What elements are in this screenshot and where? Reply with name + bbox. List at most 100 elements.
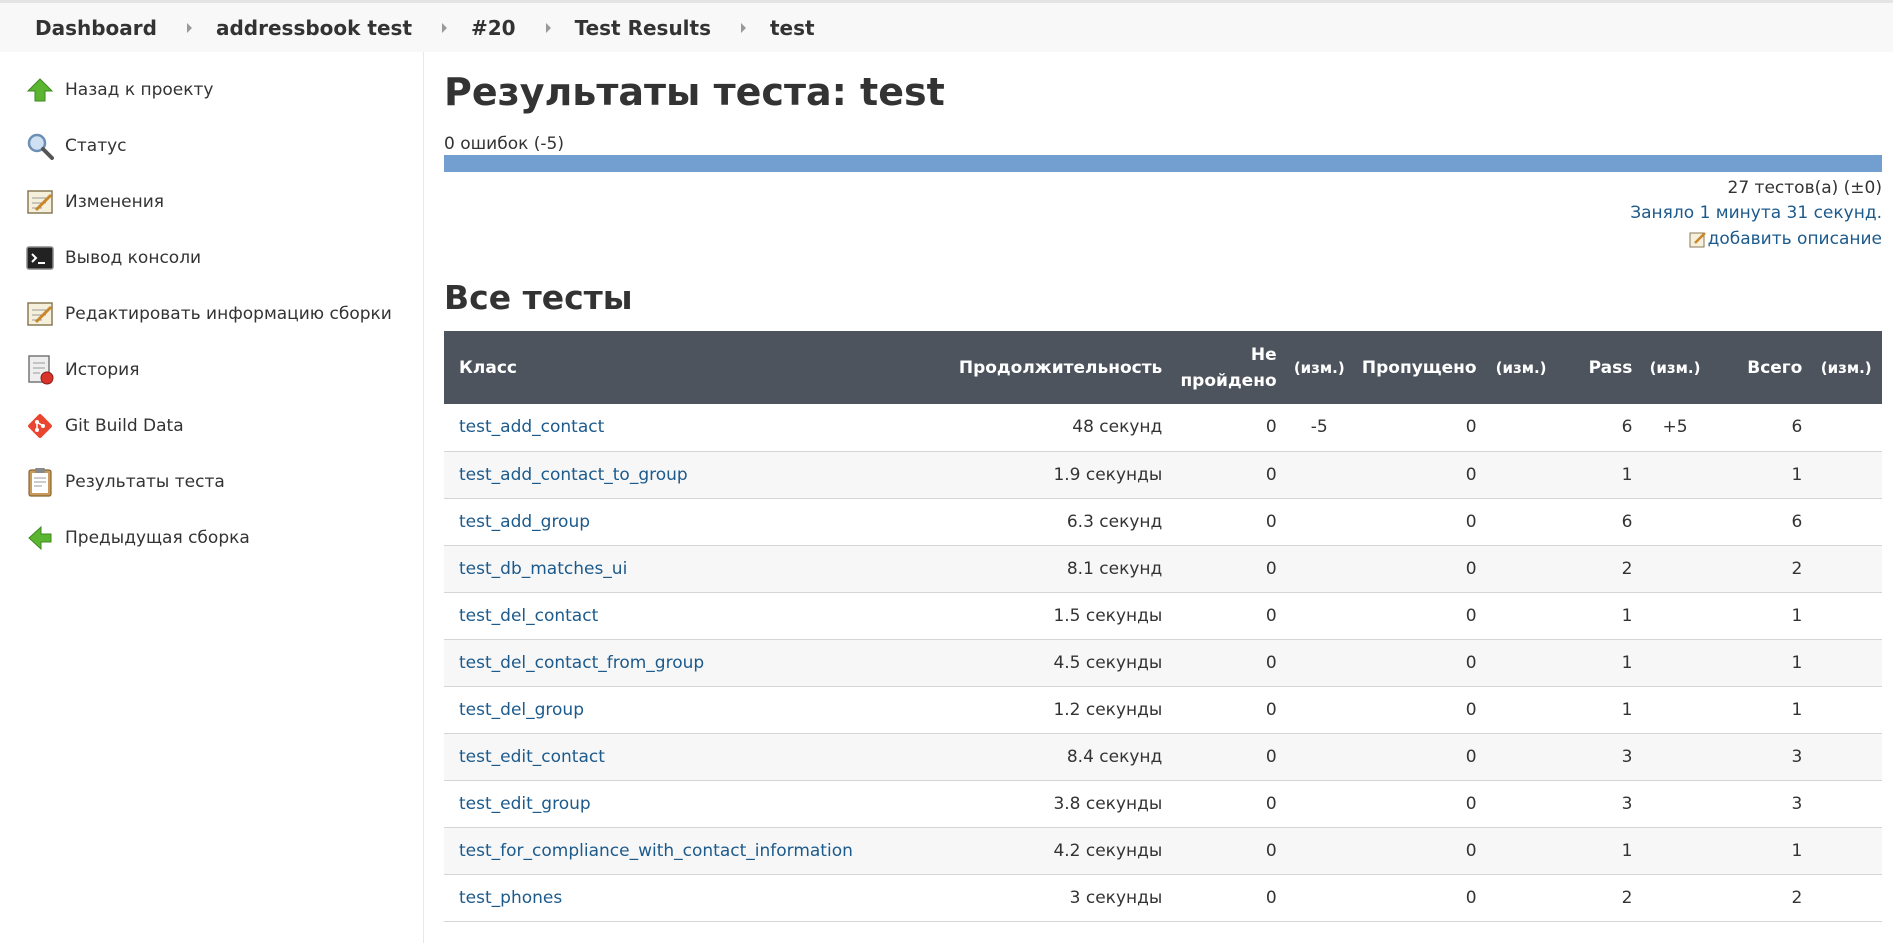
breadcrumb-build[interactable]: #20 — [471, 16, 516, 40]
total-cell: 1 — [1791, 840, 1803, 861]
failed-cell: 0 — [1265, 887, 1277, 908]
table-row: test_add_contact_to_group 1.9 секунды 0 0 1 1 — [444, 451, 1882, 498]
sidebar-item-previous-build[interactable]: Предыдущая сборка — [25, 521, 250, 555]
header-failed-line1: Не — [1250, 344, 1277, 365]
breadcrumb-test[interactable]: test — [770, 16, 815, 40]
breadcrumb-separator-icon[interactable] — [741, 22, 746, 33]
header-pass[interactable]: Pass — [1558, 331, 1641, 404]
class-cell: test_edit_group — [444, 780, 951, 827]
pass-cell: 3 — [1621, 746, 1633, 767]
header-failed-line2: пройдено — [1180, 370, 1277, 391]
breadcrumb: Dashboard addressbook test #20 Test Resu… — [0, 0, 1893, 52]
duration-cell: 48 секунд — [1072, 417, 1163, 438]
failed-cell: 0 — [1265, 605, 1277, 626]
pass-change-cell — [1640, 686, 1709, 733]
failed-change-cell — [1285, 686, 1354, 733]
skipped-cell: 0 — [1465, 558, 1477, 579]
failed-cell: 0 — [1265, 464, 1277, 485]
header-duration[interactable]: Продолжительность — [951, 331, 1170, 404]
section-title: Все тесты — [444, 278, 633, 317]
breadcrumb-separator-icon[interactable] — [186, 22, 192, 33]
test-class-link[interactable]: test_edit_contact — [459, 747, 605, 767]
class-cell: test_del_contact_from_group — [444, 639, 951, 686]
test-class-link[interactable]: test_add_group — [459, 512, 590, 532]
sidebar-item-edit-build-info[interactable]: Редактировать информацию сборки — [25, 297, 392, 331]
header-failed-change[interactable]: (изм.) — [1285, 331, 1354, 404]
test-class-link[interactable]: test_edit_group — [459, 794, 591, 814]
duration-link[interactable]: Заняло 1 минута 31 секунд. — [1630, 203, 1882, 223]
total-cell: 3 — [1791, 746, 1803, 767]
sidebar-item-status[interactable]: Статус — [25, 129, 127, 163]
test-class-link[interactable]: test_del_contact — [459, 606, 598, 626]
duration-cell: 4.5 секунды — [1053, 652, 1163, 673]
sidebar-item-console-output[interactable]: Вывод консоли — [25, 241, 201, 275]
pass-change-cell — [1640, 451, 1709, 498]
table-row: test_db_matches_ui 8.1 секунд 0 0 2 2 — [444, 545, 1882, 592]
failed-cell: 0 — [1265, 417, 1277, 438]
sidebar-item-git-build-data[interactable]: Git Build Data — [25, 409, 184, 443]
sidebar-item-label: Вывод консоли — [65, 248, 202, 268]
header-class[interactable]: Класс — [444, 331, 951, 404]
sidebar-item-back-to-project[interactable]: Назад к проекту — [25, 73, 213, 107]
header-failed[interactable]: Не пройдено — [1170, 331, 1284, 404]
sidebar-item-changes[interactable]: Изменения — [25, 185, 164, 219]
skipped-change-cell — [1485, 451, 1558, 498]
test-class-link[interactable]: test_db_matches_ui — [459, 559, 627, 579]
sidebar-item-test-results[interactable]: Результаты теста — [25, 465, 225, 499]
skipped-cell: 0 — [1465, 699, 1477, 720]
edit-note-icon — [1689, 230, 1707, 248]
total-change-cell — [1810, 639, 1882, 686]
sidebar-item-label: История — [65, 360, 140, 380]
breadcrumb-separator-icon[interactable] — [545, 22, 551, 33]
header-skipped-change[interactable]: (изм.) — [1485, 331, 1558, 404]
pass-change-cell — [1640, 874, 1709, 921]
test-class-link[interactable]: test_add_contact — [459, 417, 604, 437]
total-change-cell — [1810, 404, 1882, 451]
notepad-icon — [25, 299, 55, 329]
failed-change-cell — [1285, 498, 1354, 545]
pass-cell: 3 — [1621, 793, 1633, 814]
skipped-change-cell — [1485, 592, 1558, 639]
skipped-change-cell — [1485, 874, 1558, 921]
pass-change-cell — [1640, 498, 1709, 545]
pass-cell: 1 — [1621, 699, 1633, 720]
duration-cell: 1.9 секунды — [1053, 464, 1163, 485]
skipped-change-cell — [1485, 827, 1558, 874]
failed-change-cell — [1285, 639, 1354, 686]
test-class-link[interactable]: test_del_contact_from_group — [459, 653, 704, 673]
skipped-change-cell — [1485, 733, 1558, 780]
table-header-row: Класс Продолжительность Не пройдено (изм.… — [444, 331, 1882, 404]
breadcrumb-dashboard[interactable]: Dashboard — [35, 16, 157, 40]
pass-change-cell — [1640, 545, 1709, 592]
duration-cell: 6.3 секунд — [1066, 511, 1163, 532]
test-class-link[interactable]: test_del_group — [459, 700, 584, 720]
clipboard-icon — [25, 467, 55, 497]
up-arrow-icon — [25, 75, 55, 105]
add-description-link[interactable]: добавить описание — [1689, 229, 1882, 249]
pass-cell: 2 — [1621, 558, 1633, 579]
header-skipped[interactable]: Пропущено — [1354, 331, 1485, 404]
failed-cell: 0 — [1265, 793, 1277, 814]
tests-table: Класс Продолжительность Не пройдено (изм.… — [444, 331, 1882, 922]
total-change-cell — [1810, 545, 1882, 592]
breadcrumb-test-results[interactable]: Test Results — [575, 16, 711, 40]
breadcrumb-project[interactable]: addressbook test — [216, 16, 412, 40]
test-class-link[interactable]: test_add_contact_to_group — [459, 465, 688, 485]
notepad-icon — [25, 187, 55, 217]
test-class-link[interactable]: test_phones — [459, 888, 562, 908]
class-cell: test_add_group — [444, 498, 951, 545]
class-cell: test_add_contact — [444, 404, 951, 451]
header-total[interactable]: Всего — [1710, 331, 1811, 404]
header-pass-change[interactable]: (изм.) — [1640, 331, 1709, 404]
failed-change-cell — [1285, 451, 1354, 498]
total-cell: 2 — [1791, 887, 1803, 908]
sidebar-item-history[interactable]: История — [25, 353, 139, 387]
table-row: test_edit_contact 8.4 секунд 0 0 3 3 — [444, 733, 1882, 780]
sidebar: Назад к проекту Статус Изменения Вывод к… — [0, 52, 424, 943]
header-total-change[interactable]: (изм.) — [1810, 331, 1882, 404]
failed-cell: 0 — [1265, 840, 1277, 861]
test-class-link[interactable]: test_for_compliance_with_contact_informa… — [459, 841, 853, 861]
fail-summary: 0 ошибок (-5) — [444, 134, 564, 154]
class-cell: test_db_matches_ui — [444, 545, 951, 592]
breadcrumb-separator-icon[interactable] — [442, 22, 447, 33]
